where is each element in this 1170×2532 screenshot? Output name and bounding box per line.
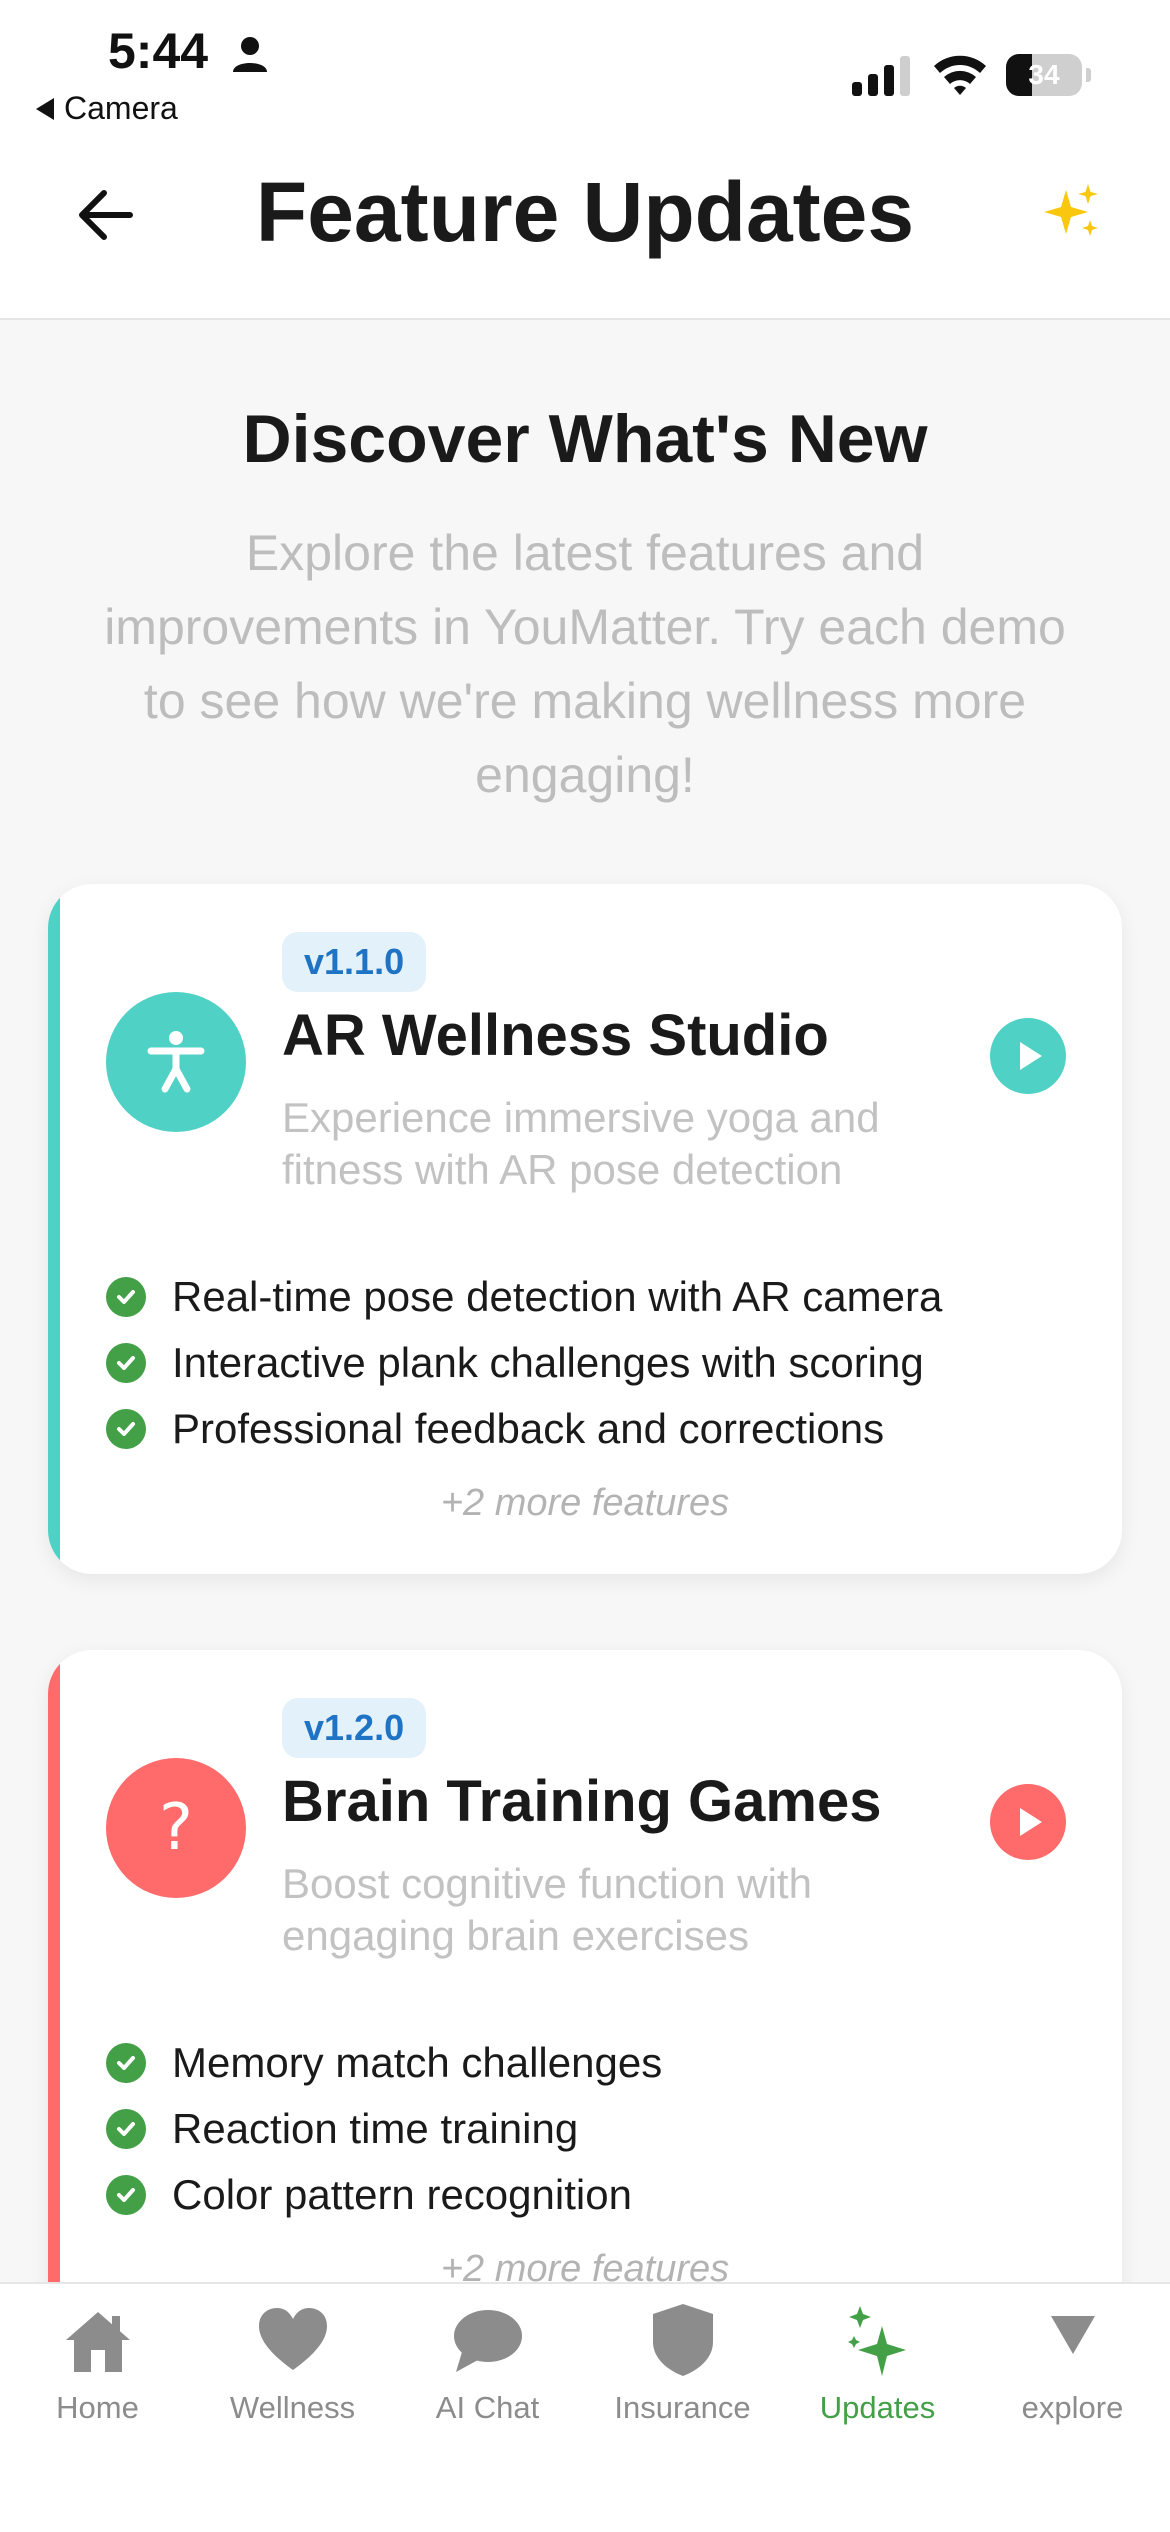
check-circle-icon	[106, 2043, 146, 2083]
card-description: Boost cognitive function with engaging b…	[282, 1860, 812, 1959]
feature-text: Professional feedback and corrections	[172, 1405, 885, 1452]
page-header: Feature Updates	[0, 150, 1170, 320]
battery-icon: 34	[1006, 54, 1091, 96]
card-description: Experience immersive yoga and fitness wi…	[282, 1094, 880, 1193]
heart-icon	[259, 2308, 327, 2370]
tab-label: explore	[1021, 2390, 1124, 2425]
feature-icon-circle	[106, 992, 246, 1132]
bottom-tab-bar: Home Wellness AI Chat Insurance Updates …	[0, 2282, 1170, 2532]
more-features-link[interactable]: +2 more features	[48, 1482, 1122, 1525]
back-triangle-icon	[36, 97, 54, 120]
card-accent-bar	[48, 1650, 60, 2350]
feature-text: Real-time pose detection with AR camera	[172, 1273, 943, 1320]
sparkles-icon	[848, 2306, 906, 2376]
tab-ai-chat[interactable]: AI Chat	[390, 2302, 585, 2442]
check-circle-icon	[106, 1409, 146, 1449]
status-bar: 5:44 Camera 34	[0, 0, 1170, 150]
feature-item: Reaction time training	[106, 2096, 1086, 2162]
check-circle-icon	[106, 2109, 146, 2149]
tab-label: Insurance	[614, 2390, 751, 2425]
check-circle-icon	[106, 1343, 146, 1383]
feature-text: Interactive plank challenges with scorin…	[172, 1339, 924, 1386]
tab-explore[interactable]: explore	[975, 2302, 1170, 2442]
check-circle-icon	[106, 2175, 146, 2215]
tab-label: Wellness	[229, 2390, 356, 2425]
tab-insurance[interactable]: Insurance	[585, 2302, 780, 2442]
play-icon	[1020, 1808, 1042, 1836]
back-to-app-link[interactable]: Camera	[36, 90, 178, 127]
status-time: 5:44	[108, 23, 209, 79]
sparkles-icon[interactable]	[1040, 180, 1104, 244]
card-title: AR Wellness Studio	[282, 1003, 829, 1068]
feature-list: Memory match challenges Reaction time tr…	[106, 2030, 1086, 2228]
tab-updates[interactable]: Updates	[780, 2302, 975, 2442]
feature-item: Memory match challenges	[106, 2030, 1086, 2096]
feature-item: Real-time pose detection with AR camera	[106, 1264, 1086, 1330]
feature-icon-circle: ?	[106, 1758, 246, 1898]
shield-icon	[653, 2304, 713, 2376]
battery-percent: 34	[1028, 59, 1060, 90]
intro-text: Explore the latest features and improvem…	[104, 525, 1066, 803]
feature-item: Interactive plank challenges with scorin…	[106, 1330, 1086, 1396]
check-circle-icon	[106, 1277, 146, 1317]
feature-card-ar-wellness[interactable]: v1.1.0 AR Wellness Studio Experience imm…	[48, 884, 1122, 1574]
tab-label: Home	[56, 2390, 139, 2425]
feature-text: Memory match challenges	[172, 2039, 663, 2086]
card-title: Brain Training Games	[282, 1769, 882, 1834]
triangle-down-icon	[1051, 2316, 1095, 2354]
play-demo-button[interactable]	[990, 1784, 1066, 1860]
play-demo-button[interactable]	[990, 1018, 1066, 1094]
tab-home[interactable]: Home	[0, 2302, 195, 2442]
tab-label: AI Chat	[435, 2390, 540, 2425]
accessibility-icon	[147, 1031, 205, 1093]
intro-title: Discover What's New	[242, 401, 928, 477]
person-icon	[233, 37, 267, 72]
play-icon	[1020, 1042, 1042, 1070]
question-icon: ?	[159, 1791, 193, 1865]
card-accent-bar	[48, 884, 60, 1574]
version-badge: v1.2.0	[282, 1698, 427, 1758]
version-badge: v1.1.0	[282, 932, 427, 992]
wifi-icon	[934, 55, 986, 95]
home-icon	[66, 2312, 130, 2372]
tab-wellness[interactable]: Wellness	[195, 2302, 390, 2442]
feature-text: Reaction time training	[172, 2105, 579, 2152]
feature-item: Color pattern recognition	[106, 2162, 1086, 2228]
feature-card-brain-training[interactable]: v1.2.0 ? Brain Training Games Boost cogn…	[48, 1650, 1122, 2350]
tab-label: Updates	[819, 2390, 936, 2425]
feature-item: Professional feedback and corrections	[106, 1396, 1086, 1462]
chat-bubble-icon	[454, 2310, 522, 2372]
feature-text: Color pattern recognition	[172, 2171, 632, 2218]
page-title: Feature Updates	[255, 165, 915, 259]
cellular-signal-icon	[852, 56, 910, 96]
back-app-label: Camera	[64, 90, 178, 126]
feature-list: Real-time pose detection with AR camera …	[106, 1264, 1086, 1462]
